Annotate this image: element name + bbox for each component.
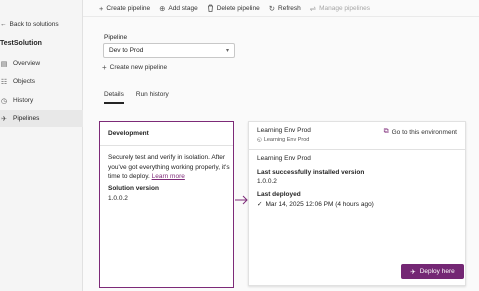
delete-pipeline-label: Delete pipeline xyxy=(216,4,260,12)
learn-more-link[interactable]: Learn more xyxy=(152,173,185,180)
add-stage-label: Add stage xyxy=(168,4,198,12)
back-arrow-icon: ← xyxy=(0,21,7,28)
pipeline-selected-value: Dev to Prod xyxy=(109,47,144,54)
refresh-icon: ↻ xyxy=(268,3,276,13)
pipeline-label: Pipeline xyxy=(104,34,128,41)
last-deployed-text: Mar 14, 2025 12:06 PM (4 hours ago) xyxy=(265,200,374,208)
solution-version-label: Solution version xyxy=(108,185,159,192)
development-description: Securely test and verify in isolation. A… xyxy=(108,153,230,182)
last-deployed-value: ✓ Mar 14, 2025 12:06 PM (4 hours ago) xyxy=(257,200,374,209)
target-environment-subtitle: ◵ Learning Env Prod xyxy=(257,137,309,143)
overview-icon: ▤ xyxy=(0,60,8,68)
divider xyxy=(100,145,233,146)
target-stage-card: Learning Env Prod ◵ Learning Env Prod ⧉ … xyxy=(248,121,466,286)
solution-title: TestSolution xyxy=(0,40,42,47)
tab-run-history[interactable]: Run history xyxy=(136,91,169,104)
create-pipeline-label: Create pipeline xyxy=(106,4,151,12)
installed-version-value: 1.0.0.2 xyxy=(257,178,277,185)
rocket-icon: ✈ xyxy=(410,268,416,276)
pipeline-icon: ⇌ xyxy=(309,3,317,13)
tab-list: Details Run history xyxy=(104,91,169,104)
sidebar-item-label: Pipelines xyxy=(13,115,40,122)
pipeline-select[interactable]: Dev to Prod ▾ xyxy=(103,43,235,58)
environment-icon: ◵ xyxy=(257,137,262,143)
sidebar-item-objects[interactable]: ☷ Objects xyxy=(0,73,83,90)
development-title: Development xyxy=(108,130,149,137)
deploy-here-button[interactable]: ✈ Deploy here xyxy=(401,264,464,279)
sidebar-item-pipelines[interactable]: ✈ Pipelines xyxy=(0,110,83,127)
history-icon: ◷ xyxy=(0,97,8,105)
go-to-environment-label: Go to this environment xyxy=(391,128,457,136)
manage-pipelines-label: Manage pipelines xyxy=(319,4,371,12)
refresh-button[interactable]: ↻ Refresh xyxy=(269,4,301,13)
go-to-environment-link[interactable]: ⧉ Go to this environment xyxy=(384,128,457,136)
sidebar-item-label: Objects xyxy=(13,78,36,85)
tab-details[interactable]: Details xyxy=(104,91,124,104)
divider xyxy=(249,149,465,150)
open-external-icon: ⧉ xyxy=(383,128,389,135)
objects-icon: ☷ xyxy=(0,78,8,86)
manage-pipelines-button[interactable]: ⇌ Manage pipelines xyxy=(310,4,370,13)
arrow-right-icon xyxy=(235,195,248,205)
sidebar: ← Back to solutions TestSolution ▤ Overv… xyxy=(0,0,83,291)
rocket-icon: ✈ xyxy=(1,115,7,123)
create-pipeline-button[interactable]: + Create pipeline xyxy=(99,4,150,13)
installed-version-label: Last successfully installed version xyxy=(257,169,365,176)
sidebar-item-overview[interactable]: ▤ Overview xyxy=(0,55,83,72)
environment-name: Learning Env Prod xyxy=(257,155,311,162)
add-stage-button[interactable]: ⊕ Add stage xyxy=(159,4,198,13)
command-bar: + Create pipeline ⊕ Add stage Delete pip… xyxy=(83,0,479,17)
development-stage-card[interactable]: Development Securely test and verify in … xyxy=(99,121,234,288)
chevron-down-icon: ▾ xyxy=(225,48,229,54)
deploy-here-label: Deploy here xyxy=(419,268,455,275)
sidebar-item-label: History xyxy=(13,97,34,104)
sidebar-item-history[interactable]: ◷ History xyxy=(0,92,83,109)
plus-icon: + xyxy=(99,3,104,13)
plus-icon: + xyxy=(102,63,107,72)
refresh-label: Refresh xyxy=(278,4,301,12)
last-deployed-label: Last deployed xyxy=(257,191,301,198)
back-to-solutions-link[interactable]: ← Back to solutions xyxy=(0,21,59,28)
add-circle-icon: ⊕ xyxy=(159,3,166,13)
solution-version-value: 1.0.0.2 xyxy=(108,195,128,202)
target-stage-title: Learning Env Prod xyxy=(257,127,311,134)
trash-icon xyxy=(207,4,213,12)
main-content: + Create pipeline ⊕ Add stage Delete pip… xyxy=(83,0,479,291)
sidebar-item-label: Overview xyxy=(13,60,41,67)
check-circle-icon: ✓ xyxy=(257,201,263,208)
back-label: Back to solutions xyxy=(9,21,59,28)
environment-sub-name: Learning Env Prod xyxy=(263,137,310,143)
delete-pipeline-button[interactable]: Delete pipeline xyxy=(207,4,260,12)
create-new-pipeline-label: Create new pipeline xyxy=(109,64,168,71)
create-new-pipeline-link[interactable]: + Create new pipeline xyxy=(102,63,167,72)
